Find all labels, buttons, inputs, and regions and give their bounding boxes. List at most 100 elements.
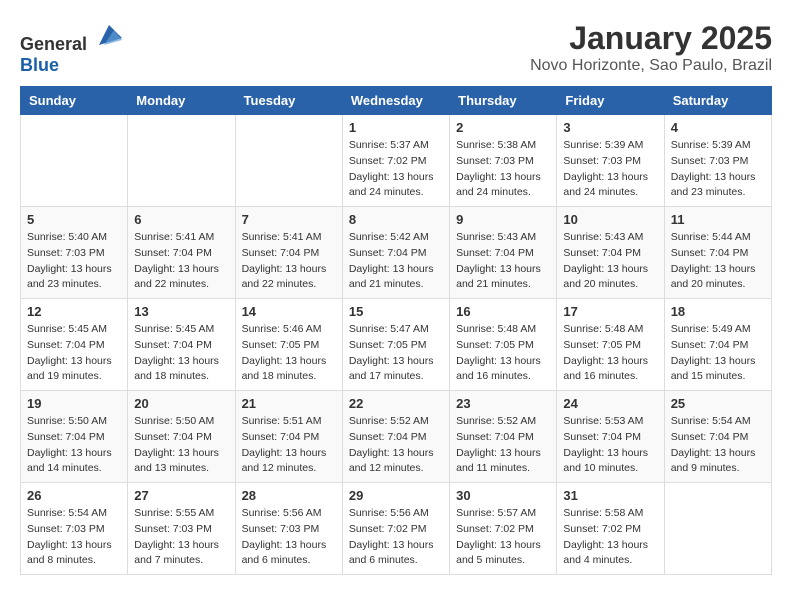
day-info: Sunrise: 5:41 AM Sunset: 7:04 PM Dayligh… bbox=[134, 230, 228, 293]
week-row-1: 5 Sunrise: 5:40 AM Sunset: 7:03 PM Dayli… bbox=[21, 207, 772, 299]
day-number: 19 bbox=[27, 396, 121, 411]
table-row: 4 Sunrise: 5:39 AM Sunset: 7:03 PM Dayli… bbox=[664, 115, 771, 207]
daylight-label: Daylight: 13 hours and 7 minutes. bbox=[134, 539, 219, 567]
day-number: 8 bbox=[349, 212, 443, 227]
daylight-label: Daylight: 13 hours and 20 minutes. bbox=[671, 263, 756, 291]
day-number: 26 bbox=[27, 488, 121, 503]
sunset-label: Sunset: 7:03 PM bbox=[27, 247, 105, 259]
header-tuesday: Tuesday bbox=[235, 87, 342, 115]
sunset-label: Sunset: 7:04 PM bbox=[671, 339, 749, 351]
daylight-label: Daylight: 13 hours and 19 minutes. bbox=[27, 355, 112, 383]
sunset-label: Sunset: 7:04 PM bbox=[563, 247, 641, 259]
day-info: Sunrise: 5:39 AM Sunset: 7:03 PM Dayligh… bbox=[563, 138, 657, 201]
daylight-label: Daylight: 13 hours and 23 minutes. bbox=[27, 263, 112, 291]
sunset-label: Sunset: 7:04 PM bbox=[456, 431, 534, 443]
month-year: January 2025 bbox=[530, 20, 772, 57]
day-info: Sunrise: 5:42 AM Sunset: 7:04 PM Dayligh… bbox=[349, 230, 443, 293]
day-info: Sunrise: 5:54 AM Sunset: 7:04 PM Dayligh… bbox=[671, 414, 765, 477]
day-info: Sunrise: 5:44 AM Sunset: 7:04 PM Dayligh… bbox=[671, 230, 765, 293]
header-monday: Monday bbox=[128, 87, 235, 115]
sunrise-label: Sunrise: 5:41 AM bbox=[134, 231, 214, 243]
sunrise-label: Sunrise: 5:38 AM bbox=[456, 139, 536, 151]
sunset-label: Sunset: 7:03 PM bbox=[27, 523, 105, 535]
sunset-label: Sunset: 7:03 PM bbox=[242, 523, 320, 535]
sunset-label: Sunset: 7:04 PM bbox=[671, 431, 749, 443]
sunset-label: Sunset: 7:04 PM bbox=[349, 247, 427, 259]
daylight-label: Daylight: 13 hours and 18 minutes. bbox=[242, 355, 327, 383]
day-info: Sunrise: 5:54 AM Sunset: 7:03 PM Dayligh… bbox=[27, 506, 121, 569]
sunrise-label: Sunrise: 5:53 AM bbox=[563, 415, 643, 427]
day-info: Sunrise: 5:46 AM Sunset: 7:05 PM Dayligh… bbox=[242, 322, 336, 385]
table-row: 5 Sunrise: 5:40 AM Sunset: 7:03 PM Dayli… bbox=[21, 207, 128, 299]
logo-text: General Blue bbox=[20, 20, 124, 76]
sunset-label: Sunset: 7:03 PM bbox=[671, 155, 749, 167]
sunrise-label: Sunrise: 5:44 AM bbox=[671, 231, 751, 243]
daylight-label: Daylight: 13 hours and 4 minutes. bbox=[563, 539, 648, 567]
daylight-label: Daylight: 13 hours and 22 minutes. bbox=[242, 263, 327, 291]
daylight-label: Daylight: 13 hours and 18 minutes. bbox=[134, 355, 219, 383]
table-row: 1 Sunrise: 5:37 AM Sunset: 7:02 PM Dayli… bbox=[342, 115, 449, 207]
sunrise-label: Sunrise: 5:43 AM bbox=[456, 231, 536, 243]
sunset-label: Sunset: 7:02 PM bbox=[349, 523, 427, 535]
sunset-label: Sunset: 7:04 PM bbox=[134, 339, 212, 351]
sunset-label: Sunset: 7:02 PM bbox=[456, 523, 534, 535]
day-info: Sunrise: 5:37 AM Sunset: 7:02 PM Dayligh… bbox=[349, 138, 443, 201]
sunrise-label: Sunrise: 5:57 AM bbox=[456, 507, 536, 519]
sunrise-label: Sunrise: 5:43 AM bbox=[563, 231, 643, 243]
table-row: 12 Sunrise: 5:45 AM Sunset: 7:04 PM Dayl… bbox=[21, 299, 128, 391]
day-info: Sunrise: 5:53 AM Sunset: 7:04 PM Dayligh… bbox=[563, 414, 657, 477]
day-number: 16 bbox=[456, 304, 550, 319]
daylight-label: Daylight: 13 hours and 12 minutes. bbox=[349, 447, 434, 475]
day-number: 2 bbox=[456, 120, 550, 135]
day-info: Sunrise: 5:48 AM Sunset: 7:05 PM Dayligh… bbox=[563, 322, 657, 385]
day-number: 17 bbox=[563, 304, 657, 319]
day-info: Sunrise: 5:52 AM Sunset: 7:04 PM Dayligh… bbox=[456, 414, 550, 477]
daylight-label: Daylight: 13 hours and 20 minutes. bbox=[563, 263, 648, 291]
table-row bbox=[664, 483, 771, 575]
table-row: 16 Sunrise: 5:48 AM Sunset: 7:05 PM Dayl… bbox=[450, 299, 557, 391]
sunrise-label: Sunrise: 5:39 AM bbox=[671, 139, 751, 151]
day-number: 25 bbox=[671, 396, 765, 411]
table-row: 26 Sunrise: 5:54 AM Sunset: 7:03 PM Dayl… bbox=[21, 483, 128, 575]
daylight-label: Daylight: 13 hours and 24 minutes. bbox=[349, 171, 434, 199]
sunset-label: Sunset: 7:03 PM bbox=[456, 155, 534, 167]
logo: General Blue bbox=[20, 20, 124, 76]
sunrise-label: Sunrise: 5:47 AM bbox=[349, 323, 429, 335]
day-number: 12 bbox=[27, 304, 121, 319]
sunrise-label: Sunrise: 5:37 AM bbox=[349, 139, 429, 151]
table-row: 25 Sunrise: 5:54 AM Sunset: 7:04 PM Dayl… bbox=[664, 391, 771, 483]
sunset-label: Sunset: 7:02 PM bbox=[563, 523, 641, 535]
daylight-label: Daylight: 13 hours and 16 minutes. bbox=[456, 355, 541, 383]
day-number: 13 bbox=[134, 304, 228, 319]
sunrise-label: Sunrise: 5:55 AM bbox=[134, 507, 214, 519]
sunrise-label: Sunrise: 5:40 AM bbox=[27, 231, 107, 243]
day-number: 14 bbox=[242, 304, 336, 319]
daylight-label: Daylight: 13 hours and 6 minutes. bbox=[349, 539, 434, 567]
page-header: General Blue January 2025 Novo Horizonte… bbox=[20, 20, 772, 76]
table-row: 8 Sunrise: 5:42 AM Sunset: 7:04 PM Dayli… bbox=[342, 207, 449, 299]
table-row: 27 Sunrise: 5:55 AM Sunset: 7:03 PM Dayl… bbox=[128, 483, 235, 575]
sunrise-label: Sunrise: 5:50 AM bbox=[27, 415, 107, 427]
table-row: 15 Sunrise: 5:47 AM Sunset: 7:05 PM Dayl… bbox=[342, 299, 449, 391]
table-row: 29 Sunrise: 5:56 AM Sunset: 7:02 PM Dayl… bbox=[342, 483, 449, 575]
day-number: 20 bbox=[134, 396, 228, 411]
daylight-label: Daylight: 13 hours and 11 minutes. bbox=[456, 447, 541, 475]
table-row bbox=[128, 115, 235, 207]
table-row: 28 Sunrise: 5:56 AM Sunset: 7:03 PM Dayl… bbox=[235, 483, 342, 575]
sunrise-label: Sunrise: 5:50 AM bbox=[134, 415, 214, 427]
day-info: Sunrise: 5:57 AM Sunset: 7:02 PM Dayligh… bbox=[456, 506, 550, 569]
sunrise-label: Sunrise: 5:52 AM bbox=[456, 415, 536, 427]
header-saturday: Saturday bbox=[664, 87, 771, 115]
sunset-label: Sunset: 7:04 PM bbox=[134, 247, 212, 259]
weekday-header-row: Sunday Monday Tuesday Wednesday Thursday… bbox=[21, 87, 772, 115]
day-number: 3 bbox=[563, 120, 657, 135]
day-info: Sunrise: 5:39 AM Sunset: 7:03 PM Dayligh… bbox=[671, 138, 765, 201]
table-row: 3 Sunrise: 5:39 AM Sunset: 7:03 PM Dayli… bbox=[557, 115, 664, 207]
sunset-label: Sunset: 7:05 PM bbox=[349, 339, 427, 351]
table-row: 17 Sunrise: 5:48 AM Sunset: 7:05 PM Dayl… bbox=[557, 299, 664, 391]
daylight-label: Daylight: 13 hours and 6 minutes. bbox=[242, 539, 327, 567]
sunrise-label: Sunrise: 5:45 AM bbox=[134, 323, 214, 335]
table-row: 21 Sunrise: 5:51 AM Sunset: 7:04 PM Dayl… bbox=[235, 391, 342, 483]
sunset-label: Sunset: 7:04 PM bbox=[27, 431, 105, 443]
day-info: Sunrise: 5:51 AM Sunset: 7:04 PM Dayligh… bbox=[242, 414, 336, 477]
